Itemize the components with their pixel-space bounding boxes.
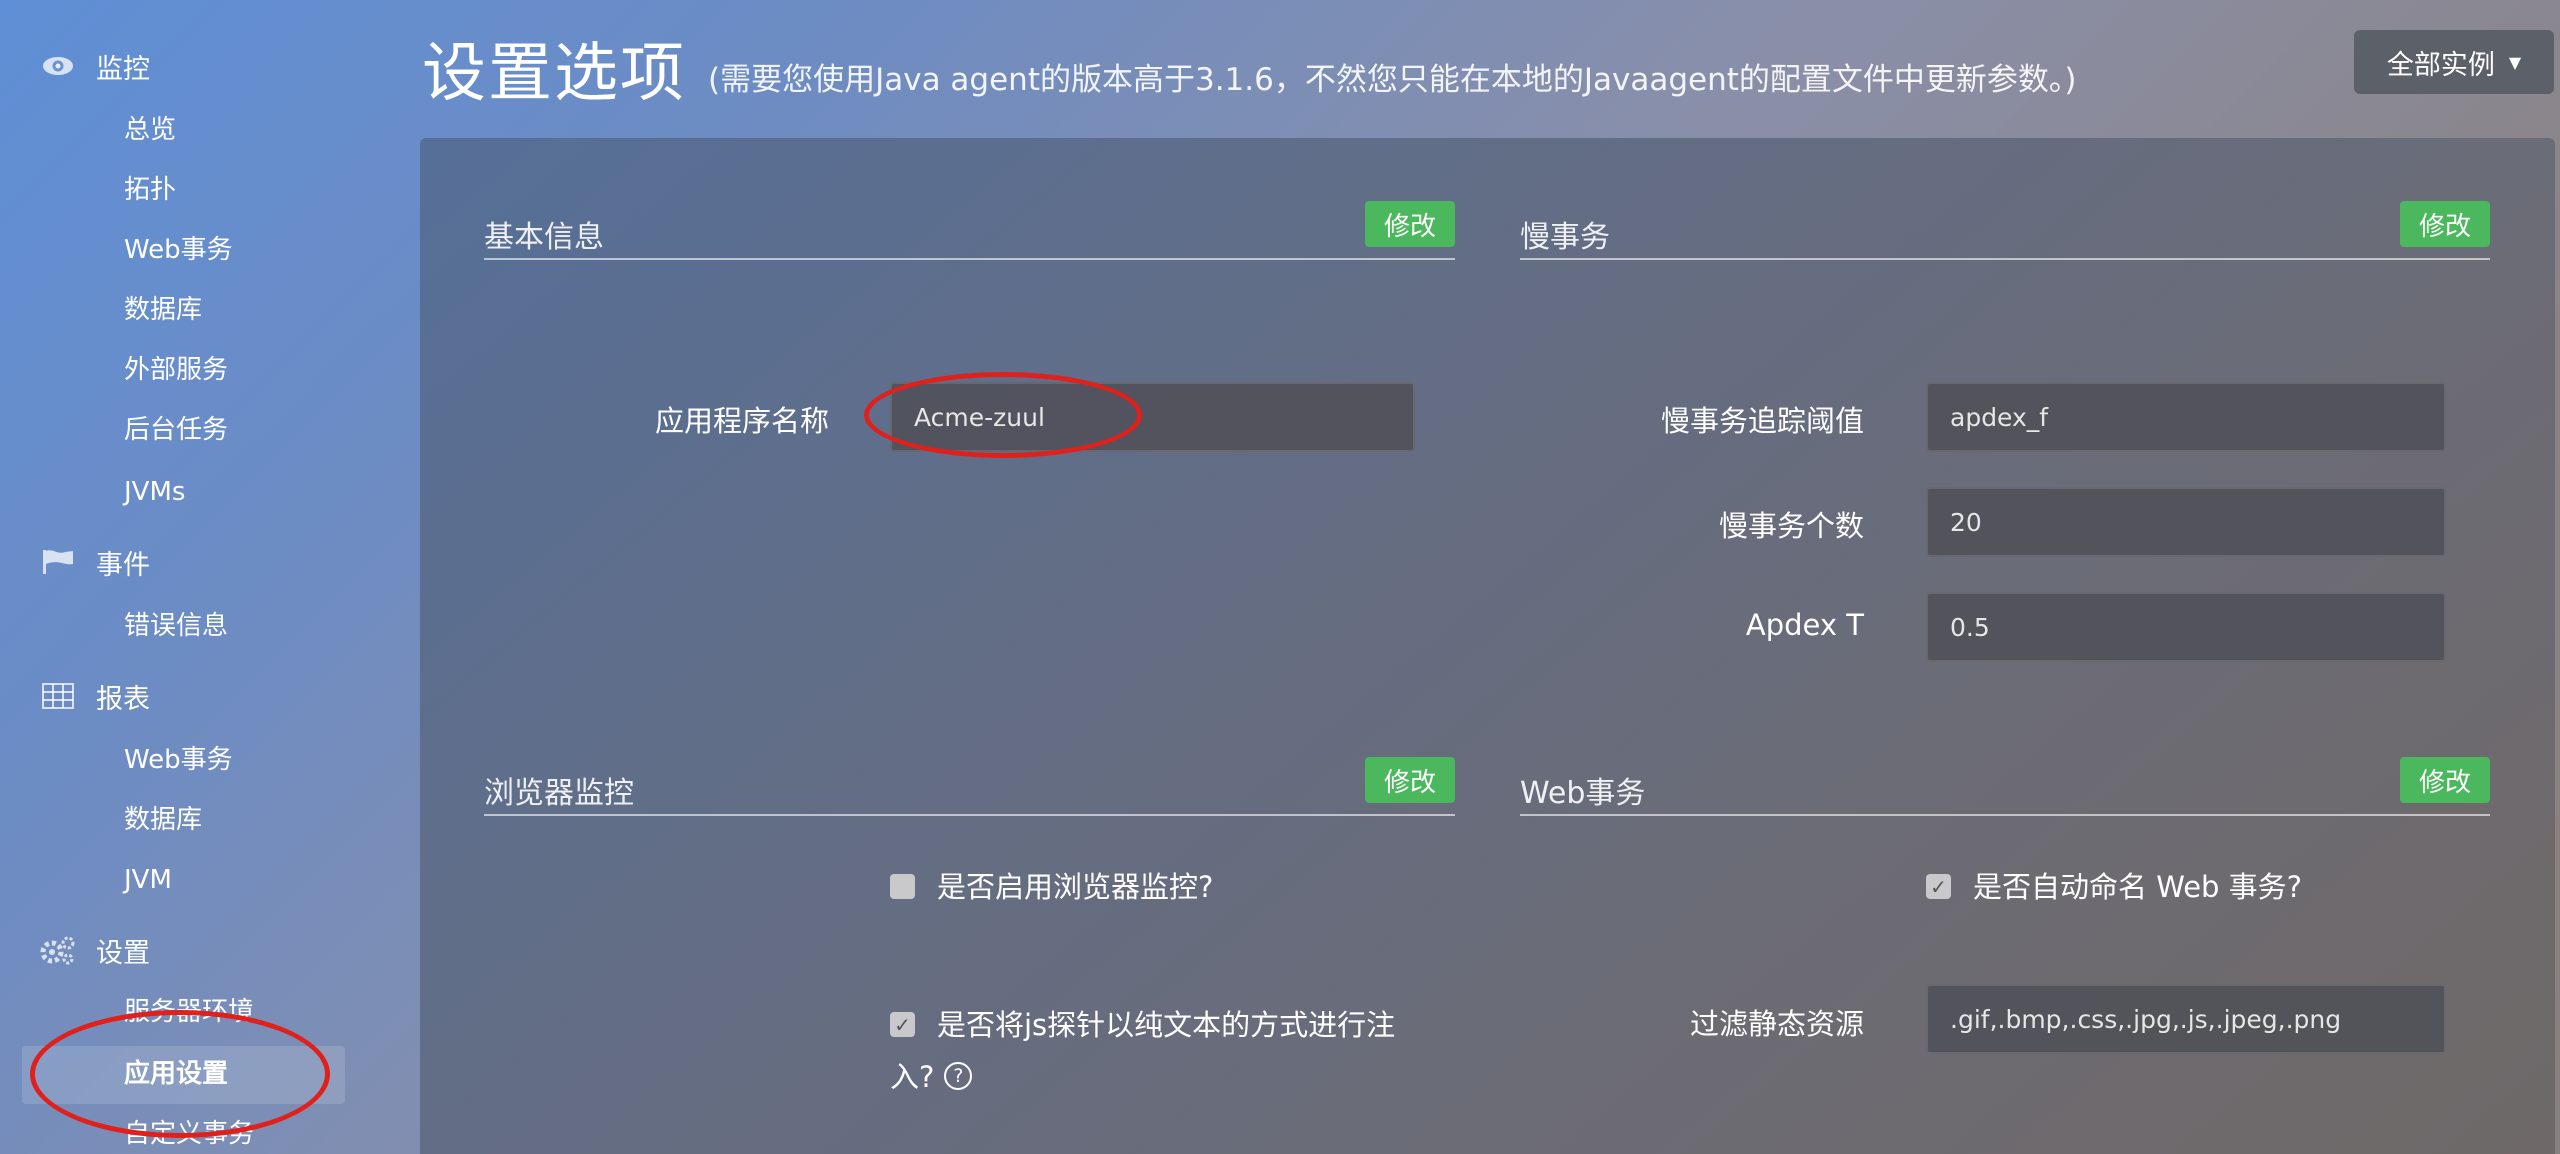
page-title: 设置选项: [422, 37, 686, 111]
sidebar-section-label: 监控: [96, 53, 150, 85]
apdex-label: Apdex T: [1745, 608, 1864, 642]
sidebar-item-report-jvm[interactable]: JVM: [124, 860, 172, 900]
edit-browser-monitoring-button[interactable]: 修改: [1365, 757, 1455, 803]
section-header: 基本信息 修改: [484, 198, 1455, 260]
js-inject-plaintext-checkbox[interactable]: ✓ 是否将js探针以纯文本的方式进行注: [890, 1000, 1430, 1050]
sidebar-section-monitor[interactable]: 监控: [40, 46, 150, 86]
app-name-label: 应用程序名称: [654, 404, 829, 438]
instance-dropdown-button[interactable]: 全部实例 ▼: [2354, 30, 2554, 94]
sidebar-item-report-web-transactions[interactable]: Web事务: [124, 740, 233, 780]
filter-static-field[interactable]: .gif,.bmp,.css,.jpg,.js,.jpeg,.png: [1926, 984, 2446, 1054]
section-header: 慢事务 修改: [1520, 198, 2490, 260]
filter-static-label: 过滤静态资源: [1689, 1007, 1864, 1041]
section-browser-monitoring: 浏览器监控 修改 是否启用浏览器监控? ✓ 是否将js探针以纯文本的方式进行注 …: [484, 754, 1455, 1154]
table-icon: [40, 681, 76, 711]
annotation-circle-app-name: [864, 372, 1142, 458]
sidebar-item-web-transactions[interactable]: Web事务: [124, 230, 233, 270]
apdex-field[interactable]: 0.5: [1926, 592, 2446, 662]
checkbox-label: 是否启用浏览器监控?: [937, 870, 1214, 904]
section-title: 慢事务: [1520, 220, 1610, 255]
slow-count-field[interactable]: 20: [1926, 487, 2446, 557]
slow-count-label: 慢事务个数: [1718, 509, 1864, 543]
checkbox-checked-icon: ✓: [890, 1012, 915, 1037]
section-slow-transactions: 慢事务 修改 慢事务追踪阈值 apdex_f 慢事务个数 20 Apdex T …: [1520, 198, 2490, 662]
auto-name-web-txn-checkbox[interactable]: ✓ 是否自动命名 Web 事务?: [1926, 862, 2302, 912]
section-title: 浏览器监控: [484, 776, 634, 811]
edit-slow-transactions-button[interactable]: 修改: [2400, 201, 2490, 247]
sidebar-item-background-tasks[interactable]: 后台任务: [124, 410, 228, 450]
sidebar-section-settings[interactable]: 设置: [40, 930, 150, 970]
help-icon[interactable]: ?: [944, 1062, 973, 1090]
instance-dropdown-label: 全部实例: [2386, 49, 2495, 81]
sidebar-section-label: 报表: [96, 683, 150, 715]
checkbox-label: 是否将js探针以纯文本的方式进行注: [937, 1008, 1396, 1042]
sidebar-section-events[interactable]: 事件: [40, 542, 150, 582]
settings-panel: 基本信息 修改 应用程序名称 Acme-zuul 慢事务 修改 慢事务追踪阈值 …: [420, 138, 2555, 1154]
sidebar-item-errors[interactable]: 错误信息: [124, 606, 228, 646]
edit-web-transactions-button[interactable]: 修改: [2400, 757, 2490, 803]
sidebar-item-database[interactable]: 数据库: [124, 290, 202, 330]
checkbox-label: 是否自动命名 Web 事务?: [1973, 870, 2303, 904]
browser-monitor-enable-checkbox[interactable]: 是否启用浏览器监控?: [890, 862, 1213, 912]
slow-threshold-field[interactable]: apdex_f: [1926, 382, 2446, 452]
sidebar-section-label: 设置: [96, 937, 150, 969]
flag-icon: [40, 547, 76, 577]
annotation-circle-app-settings: [30, 1010, 330, 1138]
sidebar-section-label: 事件: [96, 549, 150, 581]
caret-down-icon: ▼: [2508, 52, 2522, 72]
gears-icon: [40, 935, 76, 965]
js-inject-label-continued: 入? ?: [890, 1052, 973, 1102]
section-header: Web事务 修改: [1520, 754, 2490, 816]
section-basic-info: 基本信息 修改 应用程序名称 Acme-zuul: [484, 198, 1455, 458]
sidebar-section-reports[interactable]: 报表: [40, 676, 150, 716]
slow-threshold-label: 慢事务追踪阈值: [1660, 404, 1864, 438]
eye-icon: [40, 51, 76, 81]
page-subtitle: (需要您使用Java agent的版本高于3.1.6，不然您只能在本地的Java…: [708, 62, 2077, 98]
sidebar-item-overview[interactable]: 总览: [124, 110, 176, 150]
sidebar-item-external-services[interactable]: 外部服务: [124, 350, 228, 390]
section-header: 浏览器监控 修改: [484, 754, 1455, 816]
section-title: Web事务: [1520, 776, 1646, 811]
checkbox-checked-icon: ✓: [1926, 874, 1951, 899]
sidebar-item-report-database[interactable]: 数据库: [124, 800, 202, 840]
checkbox-box: [890, 874, 915, 899]
edit-basic-info-button[interactable]: 修改: [1365, 201, 1455, 247]
sidebar: 监控 总览 拓扑 Web事务 数据库 外部服务 后台任务 JVMs 事件 错误信…: [0, 0, 380, 1154]
section-web-transactions: Web事务 修改 ✓ 是否自动命名 Web 事务? 过滤静态资源 .gif,.b…: [1520, 754, 2490, 1154]
section-title: 基本信息: [484, 220, 604, 255]
sidebar-item-topology[interactable]: 拓扑: [124, 170, 176, 210]
sidebar-item-jvms[interactable]: JVMs: [124, 472, 185, 512]
